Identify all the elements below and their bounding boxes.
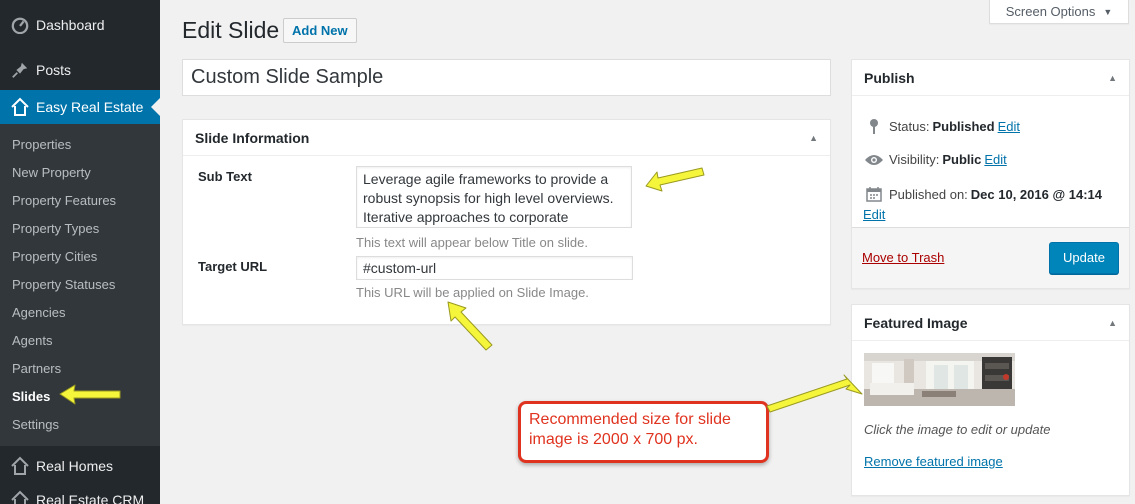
add-new-button[interactable]: Add New: [283, 18, 357, 43]
pin-icon: [864, 118, 884, 134]
menu-label: Real Estate CRM: [36, 492, 145, 504]
postbox-header[interactable]: Featured Image ▲: [852, 305, 1129, 341]
menu-label: Easy Real Estate: [36, 99, 144, 115]
subtext-textarea[interactable]: Leverage agile frameworks to provide a r…: [356, 166, 632, 228]
post-title-input[interactable]: Custom Slide Sample: [182, 59, 831, 96]
visibility-edit-link[interactable]: Edit: [984, 152, 1006, 167]
update-button[interactable]: Update: [1049, 242, 1119, 274]
collapse-arrow-icon[interactable]: ▲: [809, 133, 818, 143]
status-row: Status: Published Edit: [864, 118, 1020, 134]
submenu-property-statuses[interactable]: Property Statuses: [0, 271, 160, 299]
caret-down-icon: ▼: [1103, 6, 1113, 17]
screen-options-label: Screen Options: [1005, 4, 1096, 19]
submenu-slides[interactable]: Slides: [0, 383, 160, 411]
eye-icon: [864, 153, 884, 167]
featured-image-box: Featured Image ▲ Click the image to edit…: [851, 304, 1130, 496]
published-edit-link[interactable]: Edit: [863, 207, 885, 222]
house-icon: [10, 97, 30, 117]
postbox-title: Publish: [864, 69, 915, 86]
subtext-description: This text will appear below Title on sli…: [356, 235, 588, 250]
menu-real-homes[interactable]: Real Homes: [0, 449, 160, 483]
size-recommendation-callout: Recommended size for slide image is 2000…: [518, 401, 769, 463]
menu-dashboard[interactable]: Dashboard: [0, 0, 160, 50]
submenu-property-types[interactable]: Property Types: [0, 215, 160, 243]
arrow-to-featured-image: [766, 374, 863, 413]
visibility-value: Public: [942, 152, 982, 167]
calendar-icon: [864, 186, 884, 202]
postbox-header[interactable]: Publish ▲: [852, 60, 1129, 96]
target-url-input[interactable]: #custom-url: [356, 256, 633, 280]
remove-featured-image-link[interactable]: Remove featured image: [864, 454, 1003, 469]
page-title: Edit Slide: [182, 17, 280, 43]
submenu-settings[interactable]: Settings: [0, 411, 160, 439]
submenu: Properties New Property Property Feature…: [0, 124, 160, 446]
screen-options-button[interactable]: Screen Options ▼: [989, 0, 1129, 24]
target-url-description: This URL will be applied on Slide Image.: [356, 285, 589, 300]
status-label: Status:: [889, 118, 930, 134]
publish-actions: Move to Trash Update: [852, 227, 1129, 288]
published-value: Dec 10, 2016 @ 14:14: [970, 186, 1102, 202]
submenu-agencies[interactable]: Agencies: [0, 299, 160, 327]
postbox-title: Featured Image: [864, 314, 968, 331]
slide-information-box: Slide Information ▲ Sub Text Leverage ag…: [182, 119, 831, 325]
postbox-title: Slide Information: [195, 129, 310, 146]
submenu-property-cities[interactable]: Property Cities: [0, 243, 160, 271]
menu-posts[interactable]: Posts: [0, 50, 160, 90]
visibility-row: Visibility: Public Edit: [864, 152, 1007, 167]
dashboard-icon: [10, 15, 30, 35]
submenu-partners[interactable]: Partners: [0, 355, 160, 383]
house-icon: [10, 490, 30, 504]
submenu-new-property[interactable]: New Property: [0, 159, 160, 187]
menu-label: Posts: [36, 62, 72, 78]
featured-image-thumbnail[interactable]: [864, 353, 1015, 406]
house-icon: [10, 456, 30, 476]
submenu-property-features[interactable]: Property Features: [0, 187, 160, 215]
submenu-properties[interactable]: Properties: [0, 131, 160, 159]
target-url-label: Target URL: [198, 259, 268, 274]
menu-label: Real Homes: [36, 458, 114, 474]
published-on-row: Published on: Dec 10, 2016 @ 14:14: [864, 186, 1105, 202]
pin-icon: [10, 60, 30, 80]
move-to-trash-link[interactable]: Move to Trash: [862, 250, 944, 265]
menu-label: Dashboard: [36, 17, 105, 33]
publish-box: Publish ▲ Status: Published Edit Visibil…: [851, 59, 1130, 289]
collapse-arrow-icon[interactable]: ▲: [1108, 73, 1117, 83]
submenu-agents[interactable]: Agents: [0, 327, 160, 355]
subtext-label: Sub Text: [198, 169, 252, 184]
menu-easy-real-estate[interactable]: Easy Real Estate: [0, 90, 160, 124]
visibility-label: Visibility:: [889, 152, 940, 167]
admin-sidebar: Dashboard Posts Easy Real Estate Propert…: [0, 0, 160, 504]
status-edit-link[interactable]: Edit: [998, 119, 1020, 134]
menu-real-estate-crm[interactable]: Real Estate CRM: [0, 483, 160, 504]
status-value: Published: [932, 118, 995, 134]
postbox-header[interactable]: Slide Information ▲: [183, 120, 830, 156]
collapse-arrow-icon[interactable]: ▲: [1108, 318, 1117, 328]
featured-image-hint: Click the image to edit or update: [864, 422, 1051, 437]
published-label: Published on:: [889, 186, 968, 202]
